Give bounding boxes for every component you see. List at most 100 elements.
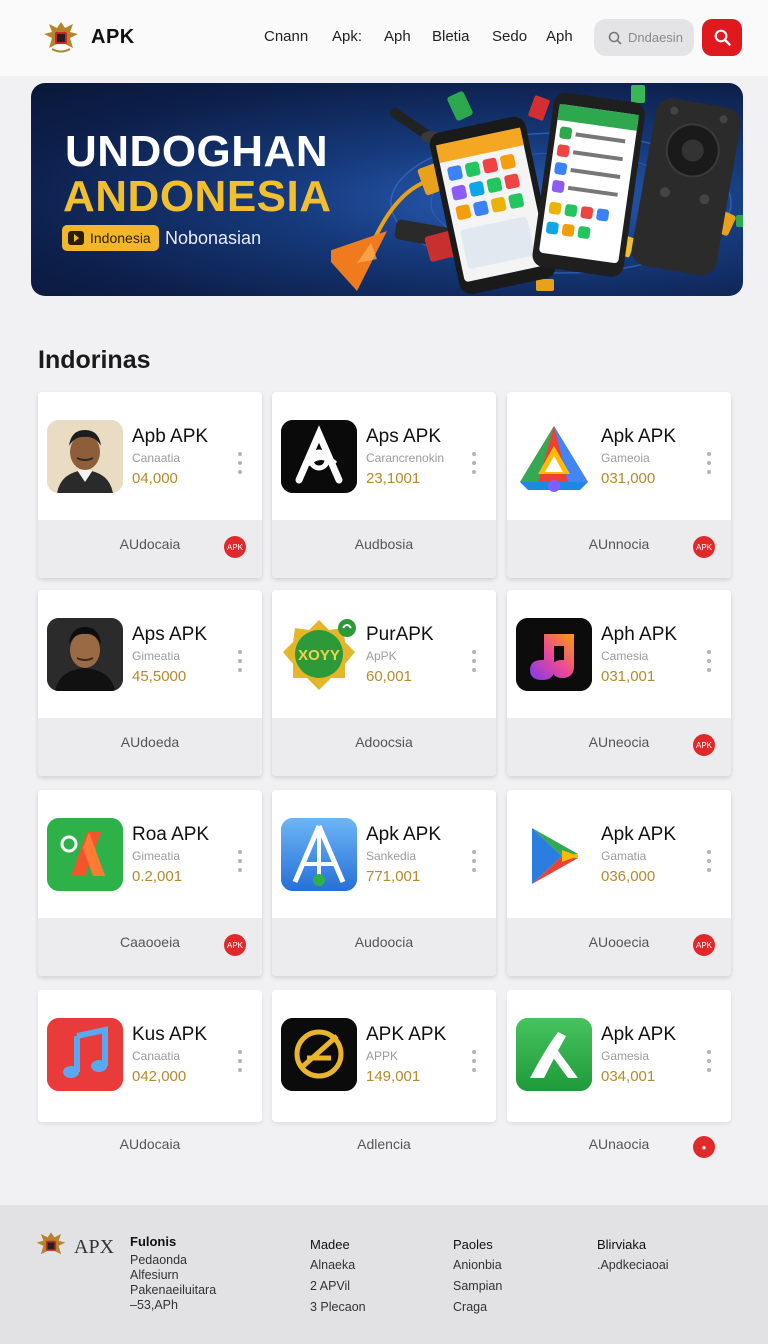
download-label[interactable]: Audbosia: [272, 536, 496, 552]
footer-link[interactable]: Anionbia: [453, 1255, 502, 1276]
download-label[interactable]: Audoocia: [272, 934, 496, 950]
app-card[interactable]: Apk APK Gamesia 034,001: [507, 990, 731, 1122]
app-card[interactable]: Aps APK Gimeatia 45,5000 AUdoeda: [38, 590, 262, 776]
search-box[interactable]: [594, 19, 694, 56]
footer-link[interactable]: Sampian: [453, 1276, 502, 1297]
search-button[interactable]: [702, 19, 742, 56]
more-menu-icon[interactable]: [705, 850, 713, 872]
app-downloads: 45,5000: [132, 668, 187, 685]
card-footer[interactable]: AUooecia APK: [507, 918, 731, 976]
apk-badge: APK: [224, 536, 246, 558]
banner-title-line1: UNDOGHAN: [65, 127, 329, 176]
app-category: Gamatia: [601, 849, 647, 863]
app-name: PurAPK: [366, 624, 434, 645]
music-gradient-icon: [516, 618, 592, 691]
card-footer[interactable]: AUdocaia APK: [38, 520, 262, 578]
main-nav: Cnann Apk: Aph Bletia Sedo Aph: [264, 28, 586, 45]
footer-link[interactable]: Pedaonda: [130, 1253, 216, 1268]
nav-item-6[interactable]: Aph: [546, 28, 586, 45]
search-input[interactable]: [628, 30, 690, 45]
app-category: Canaatia: [132, 451, 181, 465]
blue-tower-icon: [281, 818, 357, 891]
footer-link[interactable]: Alnaeka: [310, 1255, 366, 1276]
nav-item-2[interactable]: Apk:: [332, 28, 384, 45]
app-name: Apk APK: [601, 824, 676, 845]
app-card[interactable]: Apk APK Sankedia 771,001 Audoocia: [272, 790, 496, 976]
nav-item-5[interactable]: Sedo: [492, 28, 546, 45]
nav-item-4[interactable]: Bletia: [432, 28, 492, 45]
card-footer[interactable]: AUdocaia: [38, 1122, 262, 1178]
more-menu-icon[interactable]: [470, 1050, 478, 1072]
card-footer[interactable]: Adlencia: [272, 1122, 496, 1178]
more-menu-icon[interactable]: [236, 650, 244, 672]
footer-link[interactable]: Pakenaeiluitara: [130, 1283, 216, 1298]
apk-badge: APK: [224, 934, 246, 956]
footer-link[interactable]: 3 Plecaon: [310, 1297, 366, 1318]
app-name: Apb APK: [132, 426, 209, 447]
download-label[interactable]: Adlencia: [272, 1136, 496, 1152]
card-footer[interactable]: AUneocia APK: [507, 718, 731, 776]
footer-column-1: Fulonis Pedaonda Alfesiurn Pakenaeiluita…: [130, 1234, 216, 1313]
download-label[interactable]: AUdocaia: [38, 1136, 262, 1152]
app-name: APK APK: [366, 1024, 447, 1045]
card-footer[interactable]: AUdoeda: [38, 718, 262, 776]
app-name: Kus APK: [132, 1024, 207, 1045]
app-downloads: 042,000: [132, 1068, 187, 1085]
abstract-a-black-icon: [281, 420, 357, 493]
card-footer[interactable]: AUnaocia ●: [507, 1122, 731, 1178]
google-drive-style-icon: [516, 420, 592, 493]
app-downloads: 60,001: [366, 668, 412, 685]
banner-subtitle: Nobonasian: [165, 228, 262, 248]
app-card[interactable]: Aph APK Camesia 031,001 AUneocia APK: [507, 590, 731, 776]
app-card[interactable]: XOYY PurAPK ApPK 60,001 Adoocsia: [272, 590, 496, 776]
more-menu-icon[interactable]: [236, 1050, 244, 1072]
card-footer[interactable]: Adoocsia: [272, 718, 496, 776]
top-header: APK Cnann Apk: Aph Bletia Sedo Aph: [0, 0, 768, 76]
app-card[interactable]: Roa APK Gimeatia 0.2,001 Caaooeia APK: [38, 790, 262, 976]
app-category: Gameoia: [601, 451, 650, 465]
app-category: Gimeatia: [132, 649, 181, 663]
app-category: Sankedia: [366, 849, 417, 863]
banner-title-line2: ANDONESIA: [63, 172, 332, 221]
app-card[interactable]: Aps APK Carancrenokin 23,1001 Audbosia: [272, 392, 496, 578]
more-menu-icon[interactable]: [470, 850, 478, 872]
more-menu-icon[interactable]: [705, 452, 713, 474]
app-card[interactable]: Apk APK Gameoia 031,000 AUnnocia APK: [507, 392, 731, 578]
nav-item-3[interactable]: Aph: [384, 28, 432, 45]
green-arrow-icon: [516, 1018, 592, 1091]
footer-link[interactable]: Craga: [453, 1297, 502, 1318]
svg-text:XOYY: XOYY: [298, 647, 340, 664]
app-card[interactable]: Apb APK Canaatia 04,000 AUdocaia APK: [38, 392, 262, 578]
more-menu-icon[interactable]: [470, 650, 478, 672]
logo-text[interactable]: APK: [91, 26, 135, 49]
card-footer[interactable]: Audbosia: [272, 520, 496, 578]
apk-badge: APK: [693, 934, 715, 956]
red-music-icon: [47, 1018, 123, 1091]
app-card[interactable]: Kus APK Canaatia 042,000: [38, 990, 262, 1122]
footer-link[interactable]: 2 APVil: [310, 1276, 366, 1297]
footer-column-4: Blirviaka .Apdkeciaoai: [597, 1234, 669, 1276]
footer-link[interactable]: .Apdkeciaoai: [597, 1255, 669, 1276]
footer-brand[interactable]: APX: [74, 1236, 114, 1259]
more-menu-icon[interactable]: [705, 650, 713, 672]
nav-item-1[interactable]: Cnann: [264, 28, 332, 45]
download-label[interactable]: Adoocsia: [272, 734, 496, 750]
footer-link[interactable]: –53,APh: [130, 1298, 216, 1313]
card-footer[interactable]: AUnnocia APK: [507, 520, 731, 578]
hero-banner[interactable]: UNDOGHAN ANDONESIA Indonesia Nobonasian: [31, 83, 743, 296]
footer-heading: Blirviaka: [597, 1237, 647, 1252]
card-footer[interactable]: Caaooeia APK: [38, 918, 262, 976]
more-menu-icon[interactable]: [236, 452, 244, 474]
app-card[interactable]: APK APK APPK 149,001: [272, 990, 496, 1122]
more-menu-icon[interactable]: [470, 452, 478, 474]
footer-column-3: Paoles Anionbia Sampian Craga: [453, 1234, 502, 1318]
more-menu-icon[interactable]: [236, 850, 244, 872]
more-menu-icon[interactable]: [705, 1050, 713, 1072]
card-footer[interactable]: Audoocia: [272, 918, 496, 976]
footer-link[interactable]: Alfesiurn: [130, 1268, 216, 1283]
person-photo-icon: [47, 420, 123, 493]
app-card[interactable]: Apk APK Gamatia 036,000 AUooecia APK: [507, 790, 731, 976]
banner-tag[interactable]: Indonesia: [62, 225, 159, 251]
download-label[interactable]: AUdoeda: [38, 734, 262, 750]
app-downloads: 031,001: [601, 668, 656, 685]
